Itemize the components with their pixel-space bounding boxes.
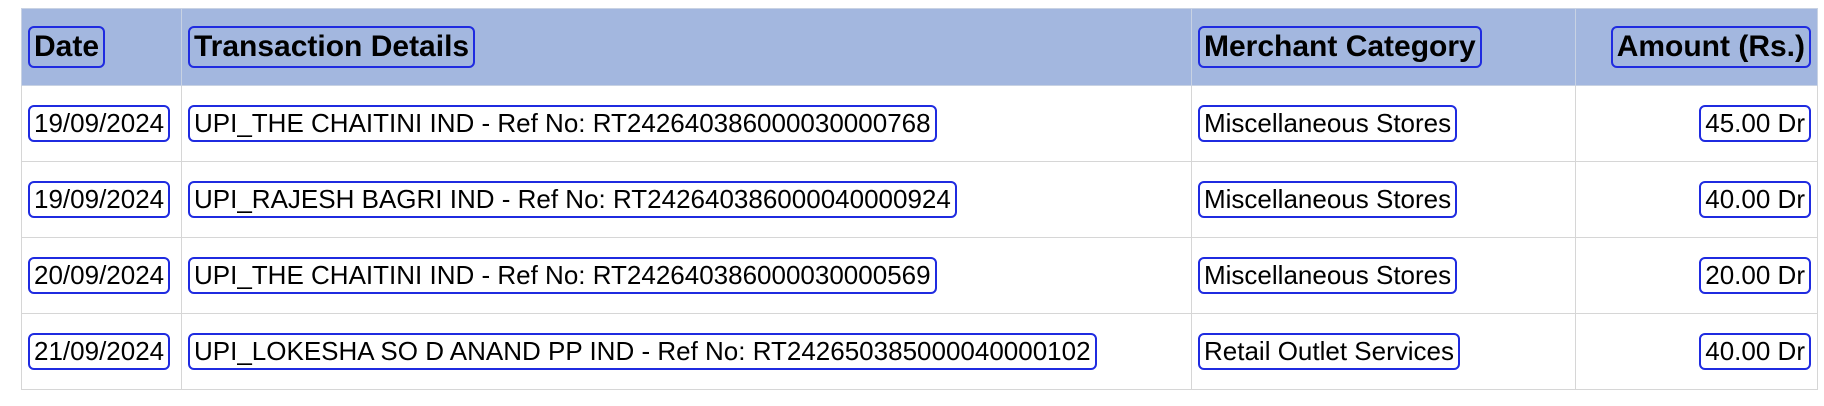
amount-value: 40.00 Dr <box>1699 180 1811 219</box>
merchant-value: Miscellaneous Stores <box>1198 104 1458 143</box>
column-header-date: Date <box>21 8 182 86</box>
details-value: UPI_LOKESHA SO D ANAND PP IND - Ref No: … <box>188 332 1097 371</box>
column-header-amount: Amount (Rs.) <box>1575 8 1818 86</box>
column-header-merchant: Merchant Category <box>1191 8 1576 86</box>
details-cell: UPI_THE CHAITINI IND - Ref No: RT2426403… <box>181 85 1192 162</box>
details-value: UPI_RAJESH BAGRI IND - Ref No: RT2426403… <box>188 180 957 219</box>
amount-cell: 40.00 Dr <box>1575 313 1818 390</box>
date-cell: 19/09/2024 <box>21 161 182 238</box>
transactions-table: Date Transaction Details Merchant Catego… <box>21 8 1818 390</box>
merchant-value: Retail Outlet Services <box>1198 332 1460 371</box>
table-row: 19/09/2024 UPI_THE CHAITINI IND - Ref No… <box>21 85 1818 162</box>
merchant-cell: Miscellaneous Stores <box>1191 161 1576 238</box>
merchant-value: Miscellaneous Stores <box>1198 180 1458 219</box>
amount-value: 45.00 Dr <box>1699 104 1811 143</box>
table-row: 21/09/2024 UPI_LOKESHA SO D ANAND PP IND… <box>21 313 1818 390</box>
details-cell: UPI_LOKESHA SO D ANAND PP IND - Ref No: … <box>181 313 1192 390</box>
amount-value: 40.00 Dr <box>1699 332 1811 371</box>
table-body: 19/09/2024 UPI_THE CHAITINI IND - Ref No… <box>21 85 1818 390</box>
column-header-merchant-label: Merchant Category <box>1198 26 1482 68</box>
date-value: 19/09/2024 <box>28 104 171 143</box>
date-value: 20/09/2024 <box>28 256 171 295</box>
column-header-amount-label: Amount (Rs.) <box>1610 26 1811 68</box>
header-row: Date Transaction Details Merchant Catego… <box>21 8 1818 86</box>
details-value: UPI_THE CHAITINI IND - Ref No: RT2426403… <box>188 104 937 143</box>
date-cell: 21/09/2024 <box>21 313 182 390</box>
date-value: 21/09/2024 <box>28 332 171 371</box>
amount-cell: 45.00 Dr <box>1575 85 1818 162</box>
table-row: 19/09/2024 UPI_RAJESH BAGRI IND - Ref No… <box>21 161 1818 238</box>
details-value: UPI_THE CHAITINI IND - Ref No: RT2426403… <box>188 256 937 295</box>
amount-cell: 40.00 Dr <box>1575 161 1818 238</box>
column-header-details: Transaction Details <box>181 8 1192 86</box>
merchant-value: Miscellaneous Stores <box>1198 256 1458 295</box>
date-cell: 20/09/2024 <box>21 237 182 314</box>
date-cell: 19/09/2024 <box>21 85 182 162</box>
column-header-date-label: Date <box>28 26 106 68</box>
merchant-cell: Miscellaneous Stores <box>1191 237 1576 314</box>
date-value: 19/09/2024 <box>28 180 171 219</box>
column-header-details-label: Transaction Details <box>188 26 476 68</box>
merchant-cell: Retail Outlet Services <box>1191 313 1576 390</box>
amount-cell: 20.00 Dr <box>1575 237 1818 314</box>
table-header: Date Transaction Details Merchant Catego… <box>21 8 1818 86</box>
details-cell: UPI_THE CHAITINI IND - Ref No: RT2426403… <box>181 237 1192 314</box>
amount-value: 20.00 Dr <box>1699 256 1811 295</box>
table-row: 20/09/2024 UPI_THE CHAITINI IND - Ref No… <box>21 237 1818 314</box>
merchant-cell: Miscellaneous Stores <box>1191 85 1576 162</box>
details-cell: UPI_RAJESH BAGRI IND - Ref No: RT2426403… <box>181 161 1192 238</box>
